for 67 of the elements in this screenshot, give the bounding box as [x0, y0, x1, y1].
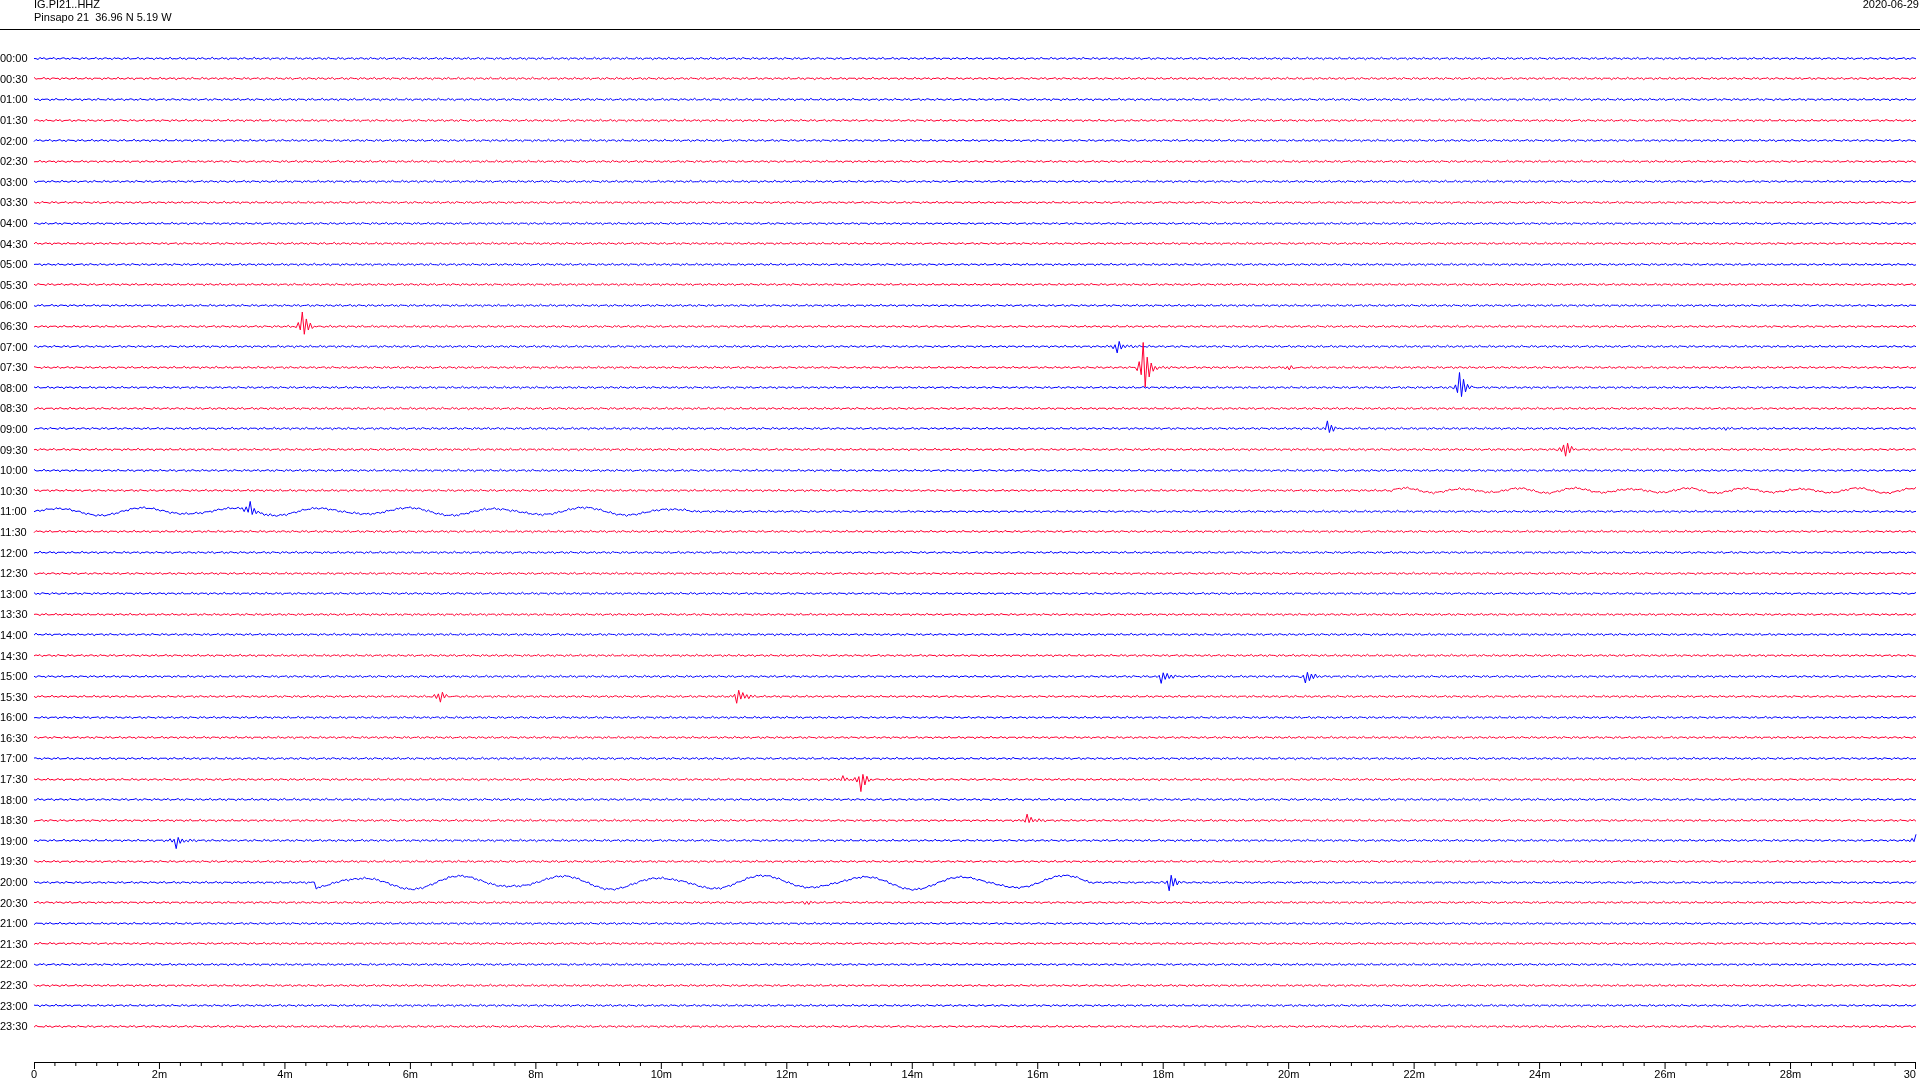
time-label: 03:00	[0, 175, 29, 188]
axis-tick-label: 12m	[776, 1067, 798, 1080]
time-label: 21:30	[0, 937, 29, 950]
time-label: 15:30	[0, 690, 29, 703]
axis-tick-label: 4m	[277, 1067, 293, 1080]
axis-tick-label: 14m	[901, 1067, 923, 1080]
time-label: 05:00	[0, 258, 29, 271]
time-label: 01:00	[0, 93, 29, 106]
time-label: 21:00	[0, 917, 29, 930]
axis-tick-label: 28m	[1779, 1067, 1802, 1080]
time-label: 13:30	[0, 608, 29, 621]
time-label: 19:30	[0, 855, 29, 868]
axis-tick-label: 20m	[1277, 1067, 1300, 1080]
time-label: 09:00	[0, 423, 29, 435]
axis-tick-label: 10m	[650, 1067, 673, 1080]
time-label: 17:30	[0, 773, 29, 786]
time-label: 16:00	[0, 711, 29, 724]
time-label: 14:30	[0, 649, 29, 662]
time-label: 06:00	[0, 299, 29, 312]
time-label: 06:30	[0, 320, 29, 332]
axis-tick-label: 30	[1903, 1067, 1916, 1080]
axis-tick-label: 8m	[528, 1067, 544, 1080]
time-label: 09:30	[0, 443, 29, 456]
time-label: 00:30	[0, 72, 29, 85]
time-label: 18:00	[0, 793, 29, 806]
axis-tick-label: 2m	[151, 1067, 168, 1080]
time-label: 02:00	[0, 134, 29, 147]
time-label: 08:30	[0, 402, 29, 415]
axis-tick-label: 24m	[1528, 1067, 1551, 1080]
time-label: 02:30	[0, 155, 29, 168]
time-label: 19:00	[0, 834, 29, 847]
time-label: 08:00	[0, 381, 29, 394]
time-label: 07:30	[0, 361, 29, 374]
time-label: 10:30	[0, 484, 29, 497]
time-label: 04:30	[0, 237, 29, 250]
time-label: 23:30	[0, 1020, 29, 1033]
station-code: IG.PI21..HHZ	[34, 0, 102, 11]
date-label: 2020-06-29	[1862, 0, 1919, 12]
axis-tick-label: 6m	[402, 1067, 419, 1080]
time-label: 12:30	[0, 567, 29, 580]
axis-tick-label: 0	[31, 1067, 38, 1080]
station-location: Pinsapo 21 36.96 N 5.19 W	[34, 11, 172, 24]
time-label: 13:00	[0, 587, 29, 600]
time-label: 15:00	[0, 670, 29, 683]
time-label: 22:00	[0, 958, 29, 971]
axis-tick-label: 22m	[1403, 1067, 1425, 1080]
time-label: 05:30	[0, 278, 29, 291]
time-label: 00:00	[0, 52, 29, 65]
time-label: 18:30	[0, 814, 29, 827]
time-label: 22:30	[0, 979, 29, 991]
axis-tick-label: 18m	[1152, 1067, 1174, 1080]
time-label: 16:30	[0, 731, 29, 744]
time-label: 04:00	[0, 217, 29, 230]
time-label: 20:30	[0, 896, 29, 909]
axis-tick-label: 16m	[1027, 1067, 1049, 1080]
time-label: 11:00	[0, 505, 28, 518]
axis-tick-label: 26m	[1654, 1067, 1676, 1080]
time-label: 07:00	[0, 340, 29, 353]
time-label: 11:30	[0, 525, 28, 538]
time-label: 01:30	[0, 114, 29, 127]
time-label: 10:00	[0, 464, 29, 477]
time-label: 12:00	[0, 546, 29, 559]
time-label: 17:00	[0, 752, 29, 765]
time-label: 23:00	[0, 999, 29, 1012]
time-label: 20:00	[0, 876, 29, 889]
time-label: 03:30	[0, 196, 29, 209]
time-label: 14:00	[0, 628, 29, 641]
